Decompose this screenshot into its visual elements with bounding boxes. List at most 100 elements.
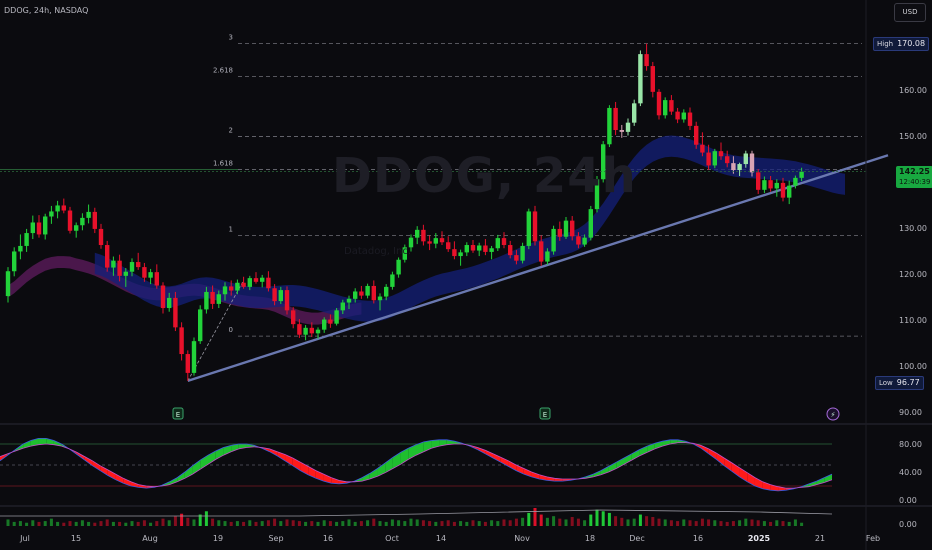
candle-body — [185, 354, 190, 373]
volume-bar — [694, 521, 698, 526]
candle-body — [371, 285, 376, 301]
price-chart[interactable]: 32.61821.61810EE⚡170.00160.00150.00140.0… — [0, 0, 932, 550]
volume-bar — [124, 522, 128, 526]
volume-tick-label: 0.00 — [899, 520, 917, 529]
volume-bar — [111, 521, 115, 526]
earnings-icon: E — [172, 407, 184, 420]
candle-body — [743, 153, 748, 165]
volume-bar — [459, 521, 463, 526]
candle-body — [179, 327, 184, 355]
time-axis-label: Dec — [629, 534, 644, 543]
candle-body — [253, 278, 259, 282]
volume-bar — [62, 522, 66, 526]
volume-bar — [725, 521, 729, 526]
candle-body — [278, 290, 283, 302]
candle-body — [154, 272, 159, 286]
candle-body — [284, 290, 290, 311]
watermark-subtitle: Datadog, Inc. — [344, 246, 412, 257]
candle-body — [545, 251, 550, 262]
candle-body — [12, 251, 17, 272]
volume-bar — [496, 521, 500, 526]
volume-bar — [384, 521, 388, 526]
candle-body — [98, 228, 104, 246]
lightning-icon: ⚡ — [826, 407, 840, 421]
candle-body — [129, 262, 135, 272]
candle-body — [18, 245, 23, 252]
candle-body — [588, 209, 593, 238]
volume-bar — [527, 512, 531, 526]
volume-bar — [223, 521, 227, 526]
volume-bar — [142, 520, 146, 526]
oscillator-tick-label: 0.00 — [899, 496, 917, 505]
volume-bar — [769, 521, 773, 526]
candle-body — [433, 238, 438, 244]
candle-body — [421, 229, 426, 242]
volume-bar — [204, 511, 208, 526]
candle-body — [24, 233, 29, 246]
candle-body — [235, 282, 240, 291]
volume-bar — [800, 522, 804, 526]
event-glyph: E — [176, 411, 180, 419]
candle-body — [687, 112, 693, 126]
candle-body — [328, 319, 333, 324]
volume-bar — [645, 516, 649, 526]
candle-body — [675, 111, 680, 120]
volume-bar — [750, 519, 754, 526]
low-tag-label: Low — [879, 379, 893, 387]
candle-body — [5, 271, 11, 297]
candle-body — [303, 327, 308, 335]
volume-bar — [31, 520, 35, 526]
candle-body — [700, 144, 705, 153]
candle-body — [334, 310, 339, 324]
candle-body — [625, 122, 631, 132]
candle-body — [508, 245, 513, 256]
currency-button[interactable]: USD — [894, 3, 926, 22]
volume-bar — [310, 521, 314, 526]
volume-bar — [415, 519, 419, 526]
candle-body — [613, 107, 618, 131]
volume-bar — [49, 518, 53, 526]
candle-body — [241, 282, 246, 287]
volume-bar — [502, 519, 506, 526]
candle-body — [632, 103, 637, 123]
volume-bar — [545, 517, 549, 526]
candle-body — [774, 182, 779, 189]
candle-body — [297, 324, 302, 335]
volume-bar — [322, 520, 326, 526]
volume-bar — [632, 518, 636, 526]
watermark-title: DDOG, 24h — [332, 148, 637, 204]
candle-body — [495, 238, 500, 249]
volume-bar — [25, 522, 29, 526]
candle-body — [111, 260, 116, 268]
time-axis-label: Sep — [268, 534, 283, 543]
volume-bar — [744, 518, 748, 526]
volume-bar — [130, 521, 134, 526]
candle-body — [49, 211, 54, 217]
volume-bar — [775, 520, 779, 526]
candle-body — [266, 277, 271, 289]
candle-body — [173, 297, 178, 328]
volume-bar — [663, 519, 667, 526]
volume-bar — [707, 519, 711, 526]
candle-body — [439, 238, 445, 243]
candle-body — [359, 291, 364, 296]
candle-body — [725, 156, 730, 164]
volume-bar — [6, 519, 10, 526]
candle-body — [570, 220, 575, 237]
candle-body — [557, 228, 562, 237]
volume-bar — [521, 517, 525, 526]
candle-body — [191, 341, 197, 373]
volume-bar — [279, 521, 283, 526]
candle-body — [204, 291, 209, 310]
candle-body — [340, 302, 345, 311]
symbol-header[interactable]: DDOG, 24h, NASDAQ — [4, 6, 88, 15]
candle-body — [229, 286, 234, 291]
candle-body — [756, 172, 761, 190]
volume-bar — [397, 520, 401, 526]
volume-bar — [235, 521, 239, 526]
candle-body — [669, 100, 674, 112]
volume-bar — [558, 518, 562, 526]
candle-body — [526, 211, 531, 246]
volume-bar — [403, 521, 407, 526]
price-tick-label: 120.00 — [899, 270, 927, 279]
